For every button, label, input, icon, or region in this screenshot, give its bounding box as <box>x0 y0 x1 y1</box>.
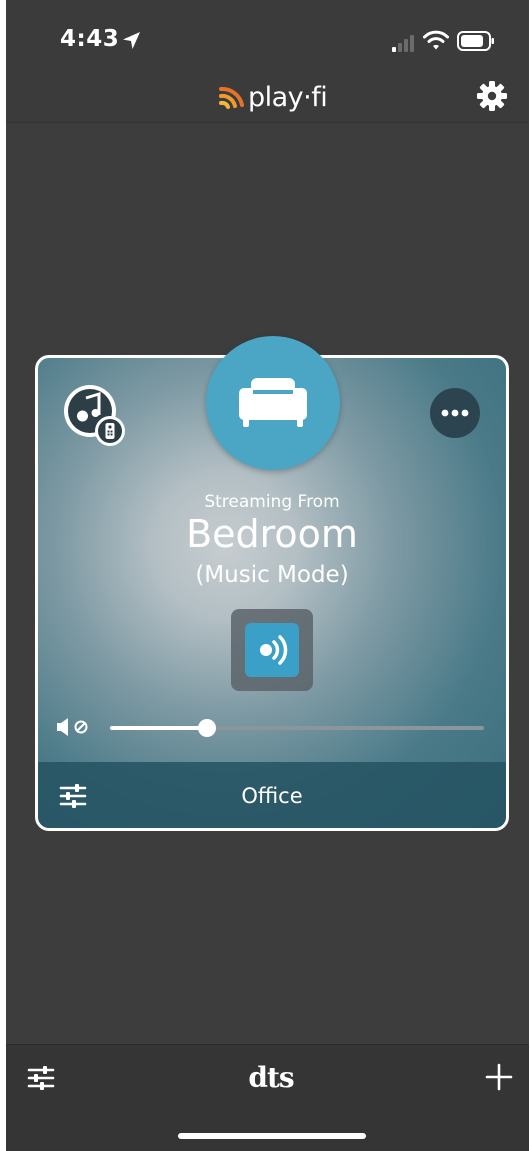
location-arrow-icon <box>123 32 140 49</box>
volume-thumb[interactable] <box>198 719 217 737</box>
card-footer[interactable]: Office <box>38 762 506 828</box>
remote-badge-icon <box>95 416 125 446</box>
wifi-icon <box>423 30 449 50</box>
streaming-from-label: Streaming From <box>204 492 340 512</box>
status-time: 4:43 <box>60 26 120 52</box>
app-header: play·fi <box>6 70 529 123</box>
zone-card[interactable]: Office Streaming From Bedroom (Music Mod… <box>35 336 509 831</box>
bottom-bar: dts <box>6 1044 529 1151</box>
dts-logo: dts <box>248 1061 294 1094</box>
more-icon <box>441 409 469 417</box>
phone-screen: 4:43 play·fi Office Streaming From Bedro… <box>6 0 529 1151</box>
home-indicator <box>178 1133 366 1139</box>
zone-mode: (Music Mode) <box>195 562 349 588</box>
stream-tile <box>231 609 313 691</box>
equalizer-icon[interactable] <box>26 1063 56 1093</box>
speaker-badge[interactable] <box>206 336 340 470</box>
gear-icon[interactable] <box>476 80 508 112</box>
stream-button[interactable] <box>245 623 299 677</box>
volume-fill <box>110 726 208 730</box>
status-bar: 4:43 <box>6 0 529 70</box>
speaker-icon <box>239 378 307 427</box>
add-icon[interactable] <box>484 1062 514 1092</box>
volume-row <box>56 714 486 742</box>
play-fi-logo-icon <box>219 86 244 109</box>
mute-icon[interactable] <box>56 716 90 738</box>
zone-footer-label: Office <box>241 784 303 808</box>
volume-slider[interactable] <box>110 719 484 737</box>
signal-icon <box>392 35 414 52</box>
zone-name: Bedroom <box>186 512 358 556</box>
logo-text: play·fi <box>248 81 328 113</box>
music-source-icon[interactable] <box>61 382 127 448</box>
battery-icon <box>457 31 494 51</box>
more-button[interactable] <box>430 388 480 438</box>
play-fi-logo: play·fi <box>218 80 328 114</box>
stream-icon <box>260 635 288 665</box>
